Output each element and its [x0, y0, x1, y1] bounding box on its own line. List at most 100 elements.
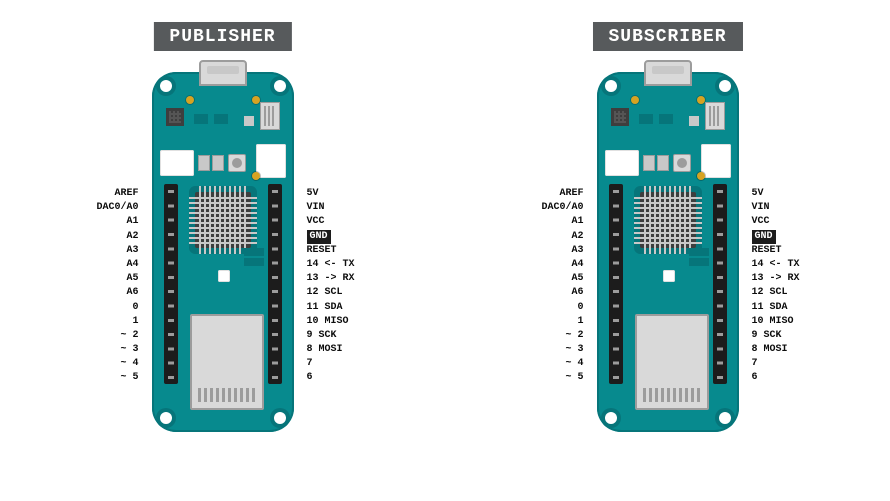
connector-icon [701, 144, 731, 178]
mount-hole-icon [719, 412, 731, 424]
mcu-chip-icon [640, 192, 696, 248]
gold-pad-icon [186, 96, 194, 104]
pin-header-right-icon [268, 184, 282, 384]
capacitor-icon [657, 155, 669, 171]
pin-label: A2 [571, 231, 583, 242]
pin-label: VCC [752, 216, 770, 227]
panel-subscriber: SUBSCRIBER AREFDAC0/A0A1A2A3A4A5A601~ 2~… [445, 0, 890, 501]
pin-label: 5V [752, 188, 764, 199]
smd-icon [214, 114, 228, 124]
pin-label: RESET [752, 245, 782, 256]
pin-header-left-icon [609, 184, 623, 384]
pin-label: A4 [571, 259, 583, 270]
capacitor-icon [212, 155, 224, 171]
pin-label: 7 [752, 358, 758, 369]
pin-label: A1 [126, 216, 138, 227]
pin-label: 6 [752, 372, 758, 383]
reset-button-icon [673, 154, 691, 172]
pin-header-right-icon [713, 184, 727, 384]
usb-connector-icon [199, 60, 247, 86]
smd-icon [659, 114, 673, 124]
button-row [198, 154, 252, 172]
pin-label: 10 MISO [307, 316, 349, 327]
pins-right-subscriber: 5V VIN VCC GNDRESET 14 <- TX 13 -> RX 12 SCL 11… [752, 187, 800, 386]
capacitor-icon [198, 155, 210, 171]
radio-module-icon [190, 314, 264, 410]
pin-label: 6 [307, 372, 313, 383]
pin-label: 12 SCL [307, 287, 343, 298]
pin-label: 8 MOSI [752, 344, 788, 355]
pin-label: A5 [126, 273, 138, 284]
pin-label: ~ 5 [565, 372, 583, 383]
ic-small-icon [705, 102, 725, 130]
pin-label: ~ 4 [565, 358, 583, 369]
pin-label: ~ 2 [120, 330, 138, 341]
panel-publisher: PUBLISHER AREFDAC0/A0A1A2A3A4A5A601~ 2~ … [0, 0, 445, 501]
smd-icon [689, 248, 709, 256]
smd-icon [689, 116, 699, 126]
led-icon [252, 172, 260, 180]
pin-label: ~ 4 [120, 358, 138, 369]
pin-label: 13 -> RX [307, 273, 355, 284]
pin-label: ~ 3 [565, 344, 583, 355]
pin-label: A3 [571, 245, 583, 256]
reset-button-icon [228, 154, 246, 172]
pin-label: VIN [752, 202, 770, 213]
ic-small-icon [166, 108, 184, 126]
usb-connector-icon [644, 60, 692, 86]
pin-label: 0 [577, 302, 583, 313]
pin-label: 9 SCK [307, 330, 337, 341]
pin-label: 11 SDA [752, 302, 788, 313]
pin-label: 14 <- TX [752, 259, 800, 270]
smd-icon [689, 258, 709, 266]
pin-label: 1 [132, 316, 138, 327]
diagram-stage: PUBLISHER AREF DAC0/A0 A1 A2 A3 A4 A5 A6 0 1 ~ 2 ~ … [0, 0, 890, 501]
connector-icon [160, 150, 194, 176]
radio-module-icon [635, 314, 709, 410]
pin-label: 13 -> RX [752, 273, 800, 284]
pin-header-left-icon [164, 184, 178, 384]
board-subscriber [597, 60, 739, 435]
pin-label: 0 [132, 302, 138, 313]
pin-label: A1 [571, 216, 583, 227]
mount-hole-icon [160, 80, 172, 92]
pin-label: 7 [307, 358, 313, 369]
mcu-chip-icon [195, 192, 251, 248]
role-label-publisher: PUBLISHER [153, 22, 291, 51]
pin-label: 8 MOSI [307, 344, 343, 355]
pin-label: 11 SDA [307, 302, 343, 313]
pcb [152, 72, 294, 432]
pins-left-subscriber: AREFDAC0/A0A1A2A3A4A5A601~ 2~ 3~ 4~ 5 [445, 187, 584, 386]
button-row [643, 154, 697, 172]
pin-label: 9 SCK [752, 330, 782, 341]
pin-label: 12 SCL [752, 287, 788, 298]
ic-small-icon [611, 108, 629, 126]
gold-pad-icon [631, 96, 639, 104]
mount-hole-icon [719, 80, 731, 92]
pin-label: DAC0/A0 [96, 202, 138, 213]
pin-label: GND [752, 230, 776, 244]
pin-label: VIN [307, 202, 325, 213]
ic-small-icon [260, 102, 280, 130]
pin-label: A3 [126, 245, 138, 256]
pin-label: AREF [559, 188, 583, 199]
pin-label: A5 [571, 273, 583, 284]
pin-label: ~ 3 [120, 344, 138, 355]
role-label-subscriber: SUBSCRIBER [592, 22, 742, 51]
pcb [597, 72, 739, 432]
pin-label: ~ 2 [565, 330, 583, 341]
mount-hole-icon [605, 80, 617, 92]
connector-icon [256, 144, 286, 178]
capacitor-icon [643, 155, 655, 171]
pin-label: 14 <- TX [307, 259, 355, 270]
pin-label: DAC0/A0 [541, 202, 583, 213]
pad-icon [663, 270, 675, 282]
smd-icon [639, 114, 653, 124]
pin-label: GND [307, 230, 331, 244]
pin-label: VCC [307, 216, 325, 227]
smd-icon [244, 116, 254, 126]
pin-label: A6 [126, 287, 138, 298]
mount-hole-icon [605, 412, 617, 424]
pins-left-publisher: AREFDAC0/A0A1A2A3A4A5A601~ 2~ 3~ 4~ 5 [0, 187, 139, 386]
gold-pad-icon [252, 96, 260, 104]
